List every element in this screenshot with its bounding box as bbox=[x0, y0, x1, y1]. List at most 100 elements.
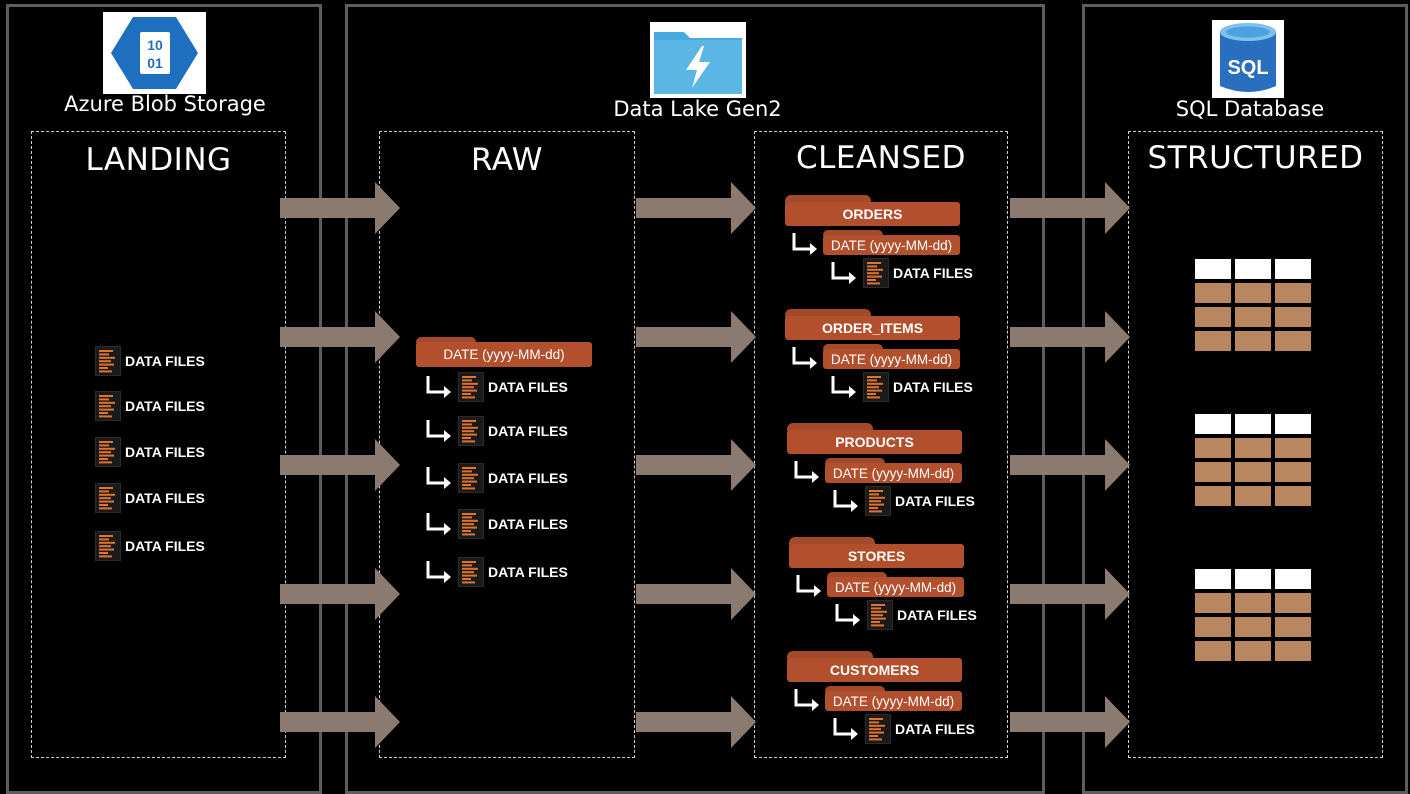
cleansed-folder-stores: STORES bbox=[789, 537, 964, 568]
subfolder-arrow-icon bbox=[426, 561, 451, 583]
table-header-cell bbox=[1195, 414, 1231, 434]
flow-arrow bbox=[636, 182, 756, 234]
file-label: DATA FILES bbox=[897, 607, 977, 623]
table-header-cell bbox=[1275, 259, 1311, 279]
table-header-cell bbox=[1235, 569, 1271, 589]
subfolder-arrow-icon bbox=[831, 376, 856, 398]
flow-arrow bbox=[1010, 696, 1130, 748]
table-header-cell bbox=[1195, 569, 1231, 589]
folder-label: CUSTOMERS bbox=[787, 658, 962, 682]
table-cell bbox=[1235, 462, 1271, 482]
cleansed-date-folder: DATE (yyyy-MM-dd) bbox=[825, 686, 962, 711]
file-label: DATA FILES bbox=[488, 516, 568, 532]
flow-arrow bbox=[1010, 182, 1130, 234]
cleansed-file: DATA FILES bbox=[833, 600, 977, 630]
landing-file: DATA FILES bbox=[95, 346, 205, 376]
data-file-icon bbox=[95, 437, 121, 467]
subfolder-arrow-icon bbox=[796, 575, 821, 597]
table-cell bbox=[1195, 593, 1231, 613]
data-file-icon bbox=[95, 391, 121, 421]
file-label: DATA FILES bbox=[488, 379, 568, 395]
raw-file: DATA FILES bbox=[424, 416, 568, 446]
raw-title: RAW bbox=[471, 142, 543, 178]
blob-logo-text-bottom: 01 bbox=[147, 55, 163, 71]
subfolder-arrow-icon bbox=[792, 233, 817, 255]
subfolder-arrow-icon bbox=[835, 604, 860, 626]
subfolder-arrow-icon bbox=[792, 347, 817, 369]
data-file-icon bbox=[865, 714, 891, 744]
landing-file: DATA FILES bbox=[95, 531, 205, 561]
flow-arrow bbox=[280, 696, 400, 748]
table-cell bbox=[1275, 283, 1311, 303]
subfolder-arrow-icon bbox=[833, 718, 858, 740]
cleansed-date-folder: DATE (yyyy-MM-dd) bbox=[825, 458, 962, 483]
date-folder-label: DATE (yyyy-MM-dd) bbox=[827, 577, 964, 597]
table-cell bbox=[1195, 617, 1231, 637]
table-cell bbox=[1235, 486, 1271, 506]
subfolder-arrow-icon bbox=[833, 490, 858, 512]
file-label: DATA FILES bbox=[125, 444, 205, 460]
data-file-icon bbox=[458, 557, 484, 587]
subfolder-arrow-icon bbox=[794, 689, 819, 711]
file-label: DATA FILES bbox=[488, 470, 568, 486]
cleansed-file: DATA FILES bbox=[831, 714, 975, 744]
table-cell bbox=[1275, 307, 1311, 327]
cleansed-file: DATA FILES bbox=[829, 258, 973, 288]
table-cell bbox=[1275, 641, 1311, 661]
table-cell bbox=[1235, 641, 1271, 661]
file-label: DATA FILES bbox=[125, 490, 205, 506]
data-file-icon bbox=[458, 509, 484, 539]
subfolder-arrow-icon bbox=[794, 461, 819, 483]
landing-file: DATA FILES bbox=[95, 391, 205, 421]
file-label: DATA FILES bbox=[895, 721, 975, 737]
folder-label: STORES bbox=[789, 544, 964, 568]
structured-title: STRUCTURED bbox=[1147, 140, 1364, 176]
table-icon bbox=[1195, 259, 1311, 351]
raw-file: DATA FILES bbox=[424, 372, 568, 402]
date-folder-label: DATE (yyyy-MM-dd) bbox=[823, 235, 960, 255]
flow-arrow bbox=[1010, 311, 1130, 363]
data-file-icon bbox=[865, 486, 891, 516]
date-folder-label: DATE (yyyy-MM-dd) bbox=[823, 349, 960, 369]
data-file-icon bbox=[95, 346, 121, 376]
table-cell bbox=[1195, 331, 1231, 351]
subfolder-arrow-icon bbox=[426, 376, 451, 398]
table-header-cell bbox=[1275, 569, 1311, 589]
subfolder-arrow-icon bbox=[426, 467, 451, 489]
date-folder-label: DATE (yyyy-MM-dd) bbox=[416, 342, 592, 367]
cleansed-folder-products: PRODUCTS bbox=[787, 423, 962, 454]
data-file-icon bbox=[95, 531, 121, 561]
table-cell bbox=[1235, 593, 1271, 613]
table-cell bbox=[1195, 438, 1231, 458]
blob-logo-text-top: 10 bbox=[147, 37, 163, 53]
flow-arrow bbox=[280, 311, 400, 363]
folder-label: ORDERS bbox=[785, 202, 960, 226]
file-label: DATA FILES bbox=[893, 379, 973, 395]
flow-arrow bbox=[636, 311, 756, 363]
subfolder-arrow-icon bbox=[426, 513, 451, 535]
table-cell bbox=[1195, 307, 1231, 327]
table-header-cell bbox=[1195, 259, 1231, 279]
cleansed-file: DATA FILES bbox=[829, 372, 973, 402]
table-cell bbox=[1195, 283, 1231, 303]
data-file-icon bbox=[867, 600, 893, 630]
azure-blob-storage-label: Azure Blob Storage bbox=[64, 92, 266, 116]
sql-logo-text: SQL bbox=[1227, 57, 1268, 79]
table-cell bbox=[1275, 331, 1311, 351]
table-cell bbox=[1195, 462, 1231, 482]
table-cell bbox=[1275, 617, 1311, 637]
table-cell bbox=[1235, 283, 1271, 303]
flow-arrow bbox=[636, 568, 756, 620]
file-label: DATA FILES bbox=[488, 564, 568, 580]
date-folder-label: DATE (yyyy-MM-dd) bbox=[825, 691, 962, 711]
landing-file: DATA FILES bbox=[95, 437, 205, 467]
data-file-icon bbox=[458, 416, 484, 446]
blob-storage-icon: 10 01 bbox=[111, 17, 198, 89]
folder-label: PRODUCTS bbox=[787, 430, 962, 454]
flow-arrow bbox=[280, 439, 400, 491]
data-file-icon bbox=[863, 372, 889, 402]
file-label: DATA FILES bbox=[893, 265, 973, 281]
data-file-icon bbox=[863, 258, 889, 288]
azure-blob-storage-logo: 10 01 bbox=[103, 12, 206, 94]
data-file-icon bbox=[458, 372, 484, 402]
